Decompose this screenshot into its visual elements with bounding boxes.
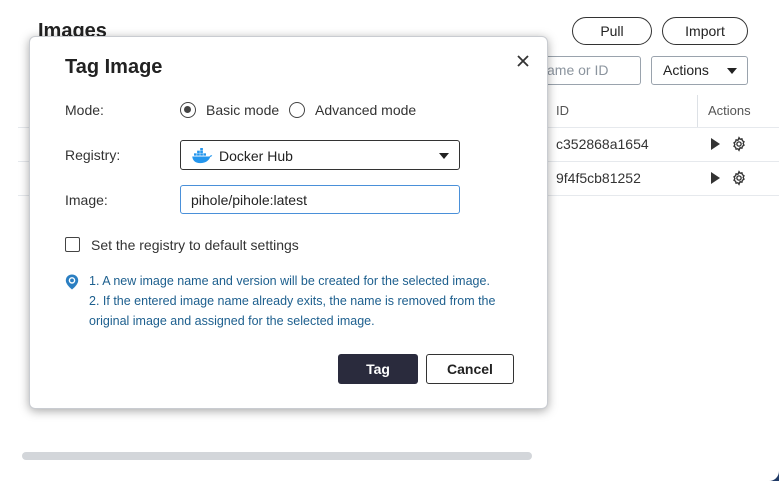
search-input[interactable]: ame or ID — [540, 56, 641, 85]
cancel-button[interactable]: Cancel — [426, 354, 514, 384]
info-line-3: original image and assigned for the sele… — [89, 314, 375, 328]
column-divider — [697, 95, 698, 127]
column-header-actions: Actions — [708, 103, 751, 118]
image-label: Image: — [65, 192, 108, 208]
import-button[interactable]: Import — [662, 17, 748, 45]
actions-dropdown[interactable]: Actions — [651, 56, 748, 85]
pull-button[interactable]: Pull — [572, 17, 652, 45]
info-line-2: 2. If the entered image name already exi… — [89, 294, 496, 308]
basic-mode-radio[interactable] — [180, 102, 196, 118]
dialog-title: Tag Image — [65, 56, 163, 78]
info-line-1: 1. A new image name and version will be … — [89, 274, 490, 288]
horizontal-scrollbar[interactable] — [22, 452, 532, 460]
basic-mode-label[interactable]: Basic mode — [206, 102, 279, 118]
mode-label: Mode: — [65, 102, 104, 118]
tag-button[interactable]: Tag — [338, 354, 418, 384]
default-settings-label[interactable]: Set the registry to default settings — [91, 237, 299, 253]
chevron-down-icon — [439, 153, 449, 159]
advanced-mode-label[interactable]: Advanced mode — [315, 102, 416, 118]
column-header-id: ID — [556, 103, 569, 118]
gear-icon[interactable] — [731, 170, 747, 186]
row-1-id: c352868a1654 — [556, 136, 649, 152]
advanced-mode-radio[interactable] — [289, 102, 305, 118]
close-icon[interactable] — [515, 53, 531, 69]
actions-dropdown-label: Actions — [663, 62, 709, 78]
play-icon[interactable] — [711, 138, 720, 150]
registry-value: Docker Hub — [219, 148, 293, 164]
registry-select[interactable]: Docker Hub — [180, 140, 460, 170]
row-2-id: 9f4f5cb81252 — [556, 170, 641, 186]
chevron-down-icon — [727, 68, 737, 74]
info-icon — [65, 274, 79, 290]
gear-icon[interactable] — [731, 136, 747, 152]
registry-label: Registry: — [65, 147, 121, 163]
play-icon[interactable] — [711, 172, 720, 184]
image-name-input[interactable] — [180, 185, 460, 214]
tag-image-dialog: Tag Image Mode: Basic mode Advanced mode… — [29, 36, 548, 409]
default-settings-checkbox[interactable] — [65, 237, 80, 252]
docker-icon — [192, 148, 213, 164]
